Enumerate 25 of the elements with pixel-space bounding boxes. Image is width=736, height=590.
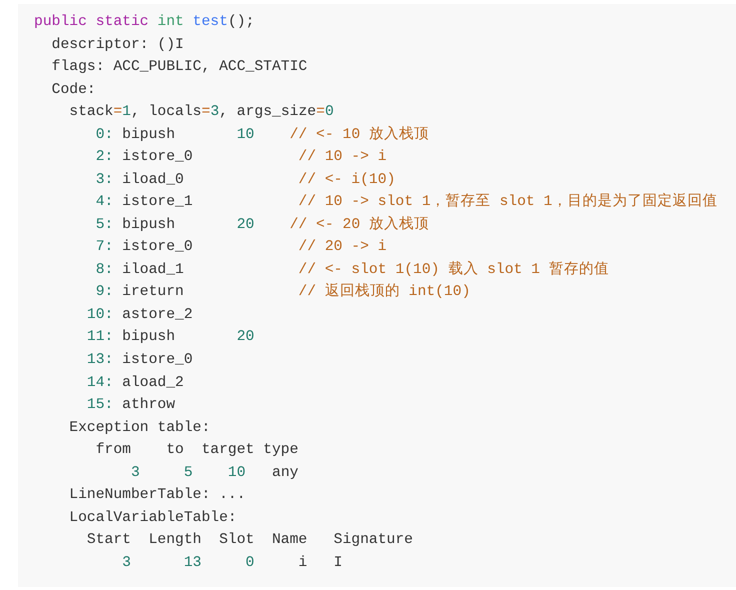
code-line: 8: iload_1 // <- slot 1(10) 载入 slot 1 暂存的值: [96, 260, 609, 280]
code-line: 4: istore_1 // 10 -> slot 1，暂存至 slot 1，目的是为了固定返回值: [96, 192, 718, 212]
code-line: 10: astore_2: [86, 306, 193, 325]
code-line: 3: iload_0 // <- i(10): [96, 170, 396, 190]
code-line: from to target type: [96, 441, 298, 460]
code-line: 14: aload_2: [86, 374, 184, 392]
code-line: 3 13 0 i I: [122, 554, 342, 573]
code-line: descriptor: ()I: [52, 36, 184, 55]
code-line: 5: bipush 20 // <- 20 放入栈顶: [96, 215, 429, 235]
code-line: Start Length Slot Name Signature: [86, 531, 413, 550]
code-line: Exception table:: [69, 418, 210, 438]
code-line: flags: ACC_PUBLIC, ACC_STATIC: [52, 58, 308, 78]
code-line: 0: bipush 10 // <- 10 放入栈顶: [96, 125, 429, 145]
code-line: public static int test();: [34, 13, 254, 32]
code-line: LocalVariableTable:: [69, 508, 237, 528]
code-line: 7: istore_0 // 20 -> i: [96, 238, 387, 258]
code-line: stack=1, locals=3, args_size=0: [69, 103, 334, 122]
code-line: 11: bipush 20: [86, 328, 254, 348]
code-line: 13: istore_0: [86, 350, 193, 370]
code-line: 2: istore_0 // 10 -> i: [96, 148, 387, 168]
code-line: 3 5 10 any: [130, 464, 298, 483]
code-line: 9: ireturn // 返回栈顶的 int(10): [96, 282, 470, 302]
code-line: 15: athrow: [86, 396, 176, 416]
code-line: LineNumberTable: ...: [69, 486, 246, 506]
code-line: Code:: [52, 80, 96, 100]
